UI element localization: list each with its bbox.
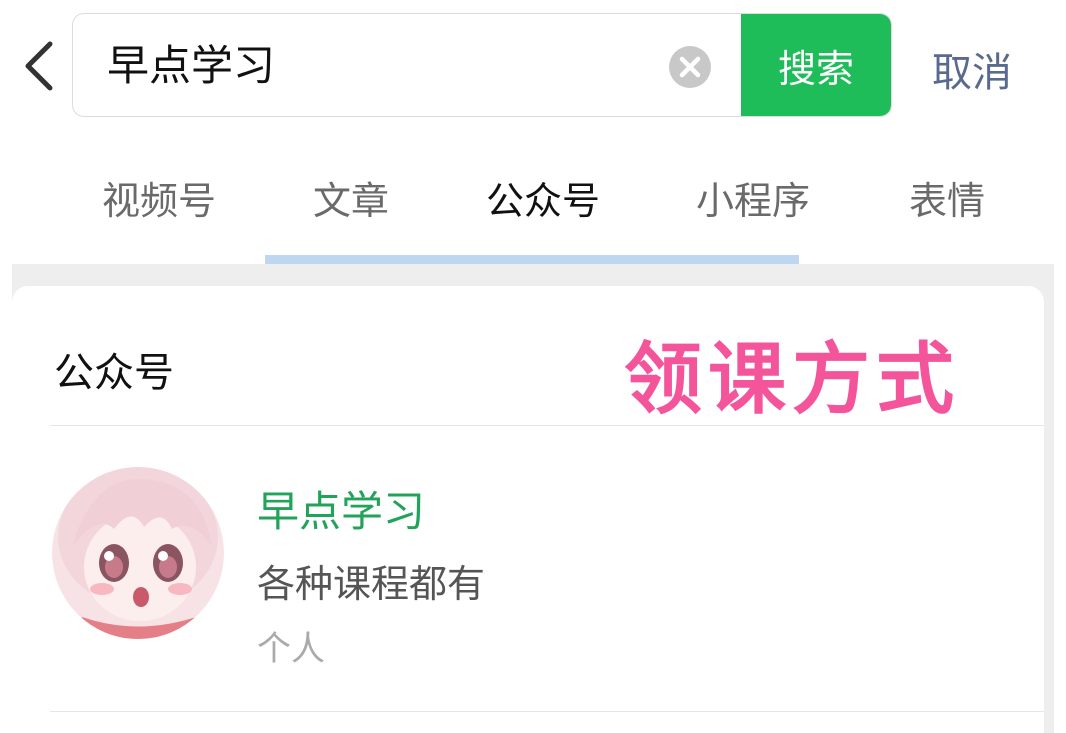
account-type: 个人 [257,629,325,669]
section-divider [50,425,1044,426]
tab-stickers[interactable]: 表情 [909,170,985,225]
tab-official-accounts[interactable]: 公众号 [486,170,600,225]
overlay-caption: 领课方式 [624,335,961,425]
tab-mini-programs[interactable]: 小程序 [696,170,810,225]
section-title: 公众号 [54,350,174,396]
back-button[interactable] [20,40,56,92]
account-name[interactable]: 早点学习 [257,478,425,539]
clear-search-button[interactable] [669,46,711,88]
cancel-button[interactable]: 取消 [932,40,1012,98]
search-category-tabs: 视频号 文章 公众号 小程序 表情 [0,170,1066,240]
avatar-image [52,467,224,639]
result-divider [50,711,1044,712]
search-bar: 早点学习 搜索 [72,13,892,117]
chevron-left-icon [25,41,53,91]
search-input[interactable]: 早点学习 [107,38,275,94]
close-icon [679,56,701,78]
tab-articles[interactable]: 文章 [313,170,389,225]
search-button[interactable]: 搜索 [741,14,891,116]
account-description: 各种课程都有 [257,562,486,606]
account-avatar[interactable] [52,467,224,639]
tab-channels[interactable]: 视频号 [102,170,216,225]
